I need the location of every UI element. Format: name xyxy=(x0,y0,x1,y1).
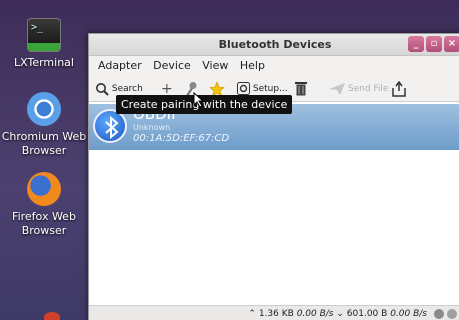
terminal-icon xyxy=(27,18,61,52)
desktop-icon-chromium[interactable]: Chromium Web Browser xyxy=(0,92,88,158)
transfer-stats: ⌃ 1.36 KB 0.00 B/s ⌄ 601.00 B 0.00 B/s xyxy=(248,306,427,320)
menu-view[interactable]: View xyxy=(199,56,231,75)
desktop-icon-lxterminal[interactable]: LXTerminal xyxy=(0,18,88,70)
upload-arrow-icon: ⌃ xyxy=(248,309,256,319)
setup-icon xyxy=(237,82,250,95)
device-address: 00:1A:5D:EF:67:CD xyxy=(133,133,230,144)
mouse-cursor-icon xyxy=(193,92,205,108)
desktop-icon-firefox[interactable]: Firefox Web Browser xyxy=(0,172,88,238)
window-title: Bluetooth Devices xyxy=(218,38,332,51)
desktop-icon-label: Chromium Web Browser xyxy=(1,130,87,157)
title-bar[interactable]: Bluetooth Devices _ ▫ × xyxy=(89,34,459,56)
bluetooth-device-icon xyxy=(93,109,127,143)
close-button[interactable]: × xyxy=(444,36,459,52)
bluetooth-devices-window: Bluetooth Devices _ ▫ × Adapter Device V… xyxy=(88,33,459,320)
send-file-icon xyxy=(329,82,345,95)
send-file-label: Send File xyxy=(347,84,389,94)
trash-icon xyxy=(295,82,307,96)
menu-bar: Adapter Device View Help xyxy=(89,56,459,76)
menu-adapter[interactable]: Adapter xyxy=(95,56,145,75)
setup-label: Setup... xyxy=(252,84,288,94)
upload-rate: 0.00 B/s xyxy=(296,309,334,319)
firefox-icon xyxy=(27,172,61,206)
desktop-icon-partial[interactable] xyxy=(44,312,60,320)
device-class: Unknown xyxy=(133,123,171,132)
download-rate: 0.00 B/s xyxy=(390,309,427,319)
upload-icon xyxy=(392,80,406,97)
send-file-button[interactable]: Send File xyxy=(329,80,388,98)
menu-help[interactable]: Help xyxy=(237,56,268,75)
desktop-icon-label: Firefox Web Browser xyxy=(12,210,76,237)
download-total: 601.00 B xyxy=(346,309,388,319)
status-bar: ⌃ 1.36 KB 0.00 B/s ⌄ 601.00 B 0.00 B/s xyxy=(89,305,459,320)
maximize-button[interactable]: ▫ xyxy=(426,36,442,52)
chromium-icon xyxy=(27,92,61,126)
search-icon xyxy=(96,82,109,96)
browse-button[interactable] xyxy=(392,80,406,98)
upload-total: 1.36 KB xyxy=(258,309,294,319)
remove-device-button[interactable] xyxy=(295,80,307,98)
bluetooth-icon xyxy=(105,115,119,140)
download-arrow-icon: ⌄ xyxy=(336,309,344,319)
adapter-status-icon[interactable] xyxy=(434,309,444,319)
power-status-icon[interactable] xyxy=(447,309,457,319)
search-label: Search xyxy=(111,84,143,94)
menu-device[interactable]: Device xyxy=(150,56,194,75)
desktop-icon-label: LXTerminal xyxy=(14,56,74,69)
minimize-button[interactable]: _ xyxy=(408,36,424,52)
